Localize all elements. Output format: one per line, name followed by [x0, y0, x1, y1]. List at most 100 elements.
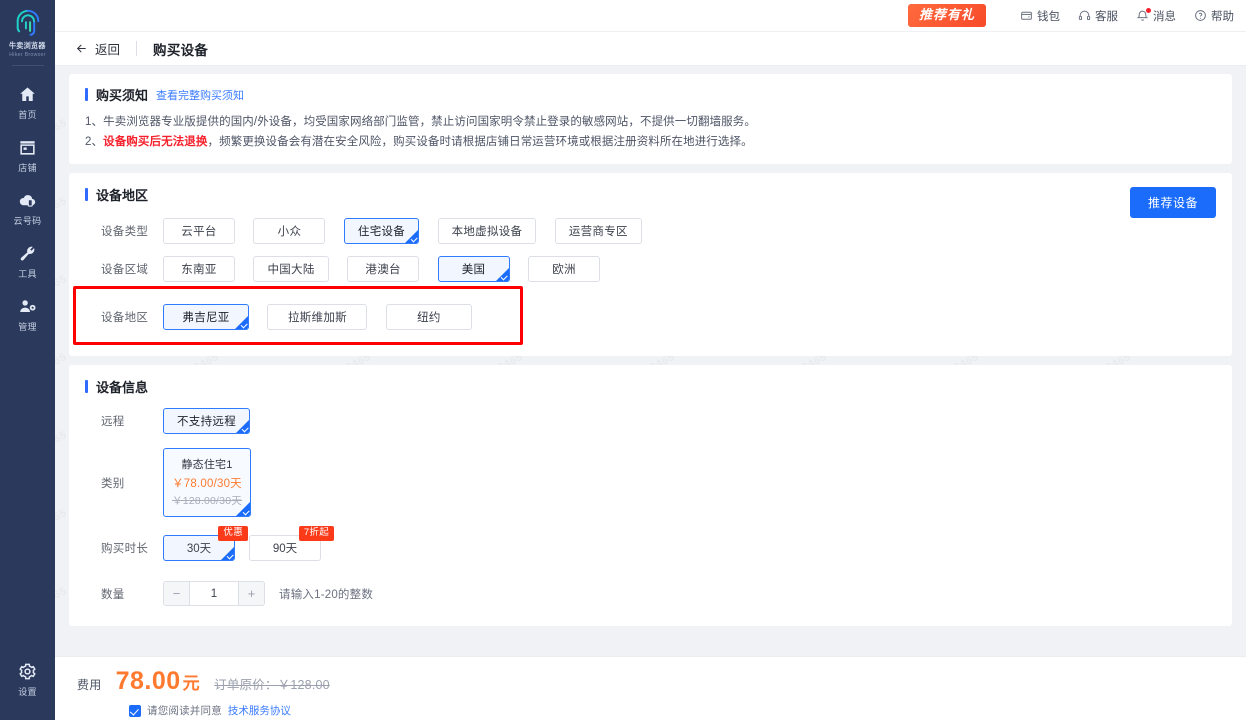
topbar-item-wallet-label: 钱包 — [1037, 10, 1060, 23]
recommend-device-button[interactable]: 推荐设备 — [1129, 187, 1216, 218]
fingerprint-icon — [16, 9, 39, 36]
agreement-link[interactable]: 技术服务协议 — [228, 703, 291, 718]
duration-option-90-tag: 7折起 — [298, 526, 334, 541]
total-price-unit: 元 — [182, 674, 201, 693]
watermark-text: 32465 — [55, 507, 69, 533]
quantity-input[interactable] — [190, 582, 238, 605]
device-locality-option-virginia[interactable]: 弗吉尼亚 — [163, 304, 249, 330]
arrow-left-icon — [77, 44, 86, 53]
bell-icon-wrap — [1136, 8, 1151, 22]
quantity-increase-button[interactable]: + — [238, 582, 264, 605]
device-area-options: 东南亚 中国大陆 港澳台 美国 欧洲 — [163, 256, 614, 282]
device-type-option-carrier[interactable]: 运营商专区 — [554, 218, 642, 244]
sidebar-item-shop[interactable]: 店铺 — [0, 129, 55, 182]
category-option-original-price: ￥128.00/30天 — [172, 495, 242, 507]
user-gear-icon — [20, 300, 36, 313]
duration-option-90-wrap: 90天 7折起 — [249, 526, 334, 561]
device-info-card: 设备信息 远程 不支持远程 类别 静态住宅1 ￥78.00/30天 ￥128.0… — [69, 365, 1232, 626]
total-price: 78.00 元 — [116, 667, 201, 696]
back-button-label: 返回 — [95, 43, 121, 57]
notice-line-2-prefix: 2、 — [85, 136, 104, 148]
device-area-label: 设备区域 — [101, 264, 149, 276]
category-row: 类别 静态住宅1 ￥78.00/30天 ￥128.00/30天 — [85, 448, 1216, 517]
watermark-text: 32465 — [55, 429, 69, 455]
agreement-checkbox[interactable] — [129, 704, 141, 717]
notice-line-1: 1、牛卖浏览器专业版提供的国内/外设备，均受国家网络部门监管，禁止访问国家明令禁… — [85, 116, 756, 128]
topbar-item-help-label: 帮助 — [1211, 10, 1234, 23]
sidebar-item-shop-label: 店铺 — [18, 163, 37, 173]
device-type-option-cloud[interactable]: 云平台 — [163, 218, 235, 244]
device-locality-option-new-york[interactable]: 纽约 — [385, 304, 472, 330]
wrench-icon — [20, 246, 35, 261]
device-area-option-hk-macau-taiwan[interactable]: 港澳台 — [347, 256, 420, 282]
topbar-item-messages[interactable]: 消息 — [1136, 8, 1176, 24]
watermark-text: 32465 — [55, 351, 69, 377]
device-locality-label: 设备地区 — [101, 312, 149, 324]
sidebar-item-tools[interactable]: 工具 — [0, 235, 55, 288]
device-locality-option-las-vegas[interactable]: 拉斯维加斯 — [267, 304, 368, 330]
device-type-option-local-virtual[interactable]: 本地虚拟设备 — [437, 218, 537, 244]
agreement-row: 请您阅读并同意 技术服务协议 — [129, 703, 1246, 718]
gear-icon — [19, 663, 36, 680]
agreement-text: 请您阅读并同意 — [147, 705, 222, 717]
sidebar-item-cloud-number[interactable]: 云号码 — [0, 182, 55, 235]
sidebar-logo[interactable]: 牛卖浏览器 Hiker Browser — [0, 0, 55, 70]
sidebar-nav: 首页 店铺 云号码 工具 管理 — [0, 76, 55, 341]
duration-option-30-wrap: 30天 优惠 — [163, 526, 248, 561]
device-type-option-residential[interactable]: 住宅设备 — [343, 218, 420, 244]
promo-badge[interactable]: 推荐有礼 — [907, 3, 986, 28]
device-info-title-row: 设备信息 — [85, 377, 1216, 396]
device-info-title: 设备信息 — [96, 380, 149, 395]
watermark-text: 32465 — [55, 195, 69, 221]
quantity-hint: 请输入1-20的整数 — [279, 588, 374, 601]
category-option-static-residential-1[interactable]: 静态住宅1 ￥78.00/30天 ￥128.00/30天 — [163, 448, 251, 517]
sidebar-item-settings[interactable]: 设置 — [0, 653, 55, 706]
category-option-name: 静态住宅1 — [181, 459, 233, 471]
device-area-option-southeast-asia[interactable]: 东南亚 — [163, 256, 235, 282]
topbar-item-support-label: 客服 — [1095, 10, 1118, 23]
device-area-option-usa[interactable]: 美国 — [437, 256, 510, 282]
topbar-item-messages-label: 消息 — [1153, 10, 1176, 23]
sidebar-item-cloud-number-label: 云号码 — [13, 216, 42, 226]
device-area-option-mainland-china[interactable]: 中国大陆 — [253, 256, 329, 282]
category-option-price: ￥78.00/30天 — [172, 478, 242, 490]
page-title: 购买设备 — [153, 42, 209, 58]
quantity-row: 数量 − + 请输入1-20的整数 — [85, 581, 1216, 606]
sidebar-item-management-label: 管理 — [18, 322, 37, 332]
sidebar-item-tools-label: 工具 — [18, 269, 37, 279]
wallet-icon — [1021, 11, 1032, 20]
device-locality-row: 设备地区 弗吉尼亚 拉斯维加斯 纽约 — [85, 304, 1216, 330]
remote-label: 远程 — [101, 416, 125, 428]
sidebar: 牛卖浏览器 Hiker Browser 首页 店铺 云号码 工具 管理 设置 — [0, 0, 55, 720]
purchase-notice-title-row: 购买须知 查看完整购买须知 — [85, 85, 1216, 104]
purchase-notice-card: 购买须知 查看完整购买须知 1、牛卖浏览器专业版提供的国内/外设备，均受国家网络… — [69, 74, 1232, 164]
topbar-item-help[interactable]: 帮助 — [1194, 8, 1234, 24]
watermark-text: 32465 — [55, 273, 69, 299]
section-accent-bar — [85, 188, 88, 201]
view-full-notice-link[interactable]: 查看完整购买须知 — [156, 87, 244, 103]
device-type-row: 设备类型 云平台 小众 住宅设备 本地虚拟设备 运营商专区 — [85, 218, 1216, 244]
app-root: 牛卖浏览器 Hiker Browser 首页 店铺 云号码 工具 管理 设置 推… — [0, 0, 1246, 720]
sidebar-item-management[interactable]: 管理 — [0, 288, 55, 341]
original-order-price: 订单原价：￥128.00 — [214, 678, 330, 692]
device-type-label: 设备类型 — [101, 226, 149, 238]
notice-line-2: 2、设备购买后无法退换，频繁更换设备会有潜在安全风险，购买设备时请根据店铺日常运… — [85, 132, 1216, 152]
device-region-title-row: 设备地区 — [85, 185, 1216, 204]
page-body: 3246532465324653246532465324653246532465… — [55, 66, 1246, 656]
topbar-item-support[interactable]: 客服 — [1078, 8, 1118, 24]
topbar-item-wallet[interactable]: 钱包 — [1020, 8, 1060, 24]
sidebar-item-home[interactable]: 首页 — [0, 76, 55, 129]
remote-option-not-supported[interactable]: 不支持远程 — [163, 408, 250, 434]
device-area-option-europe[interactable]: 欧洲 — [528, 256, 601, 282]
main-column: 推荐有礼 钱包 客服 消息 帮助 返回 购买设备 购买须知 查看完整购买须知 1… — [55, 0, 1246, 720]
device-type-option-niche[interactable]: 小众 — [253, 218, 326, 244]
device-region-title: 设备地区 — [96, 188, 149, 203]
sidebar-bottom: 设置 — [0, 653, 55, 720]
total-price-value: 78.00 — [115, 667, 181, 695]
quantity-decrease-button[interactable]: − — [164, 582, 190, 605]
page-header-bar: 返回 购买设备 — [55, 32, 1246, 66]
quantity-label: 数量 — [101, 588, 125, 601]
remote-row: 远程 不支持远程 — [85, 408, 1216, 434]
device-type-options: 云平台 小众 住宅设备 本地虚拟设备 运营商专区 — [163, 218, 656, 244]
back-button[interactable]: 返回 — [75, 39, 120, 58]
